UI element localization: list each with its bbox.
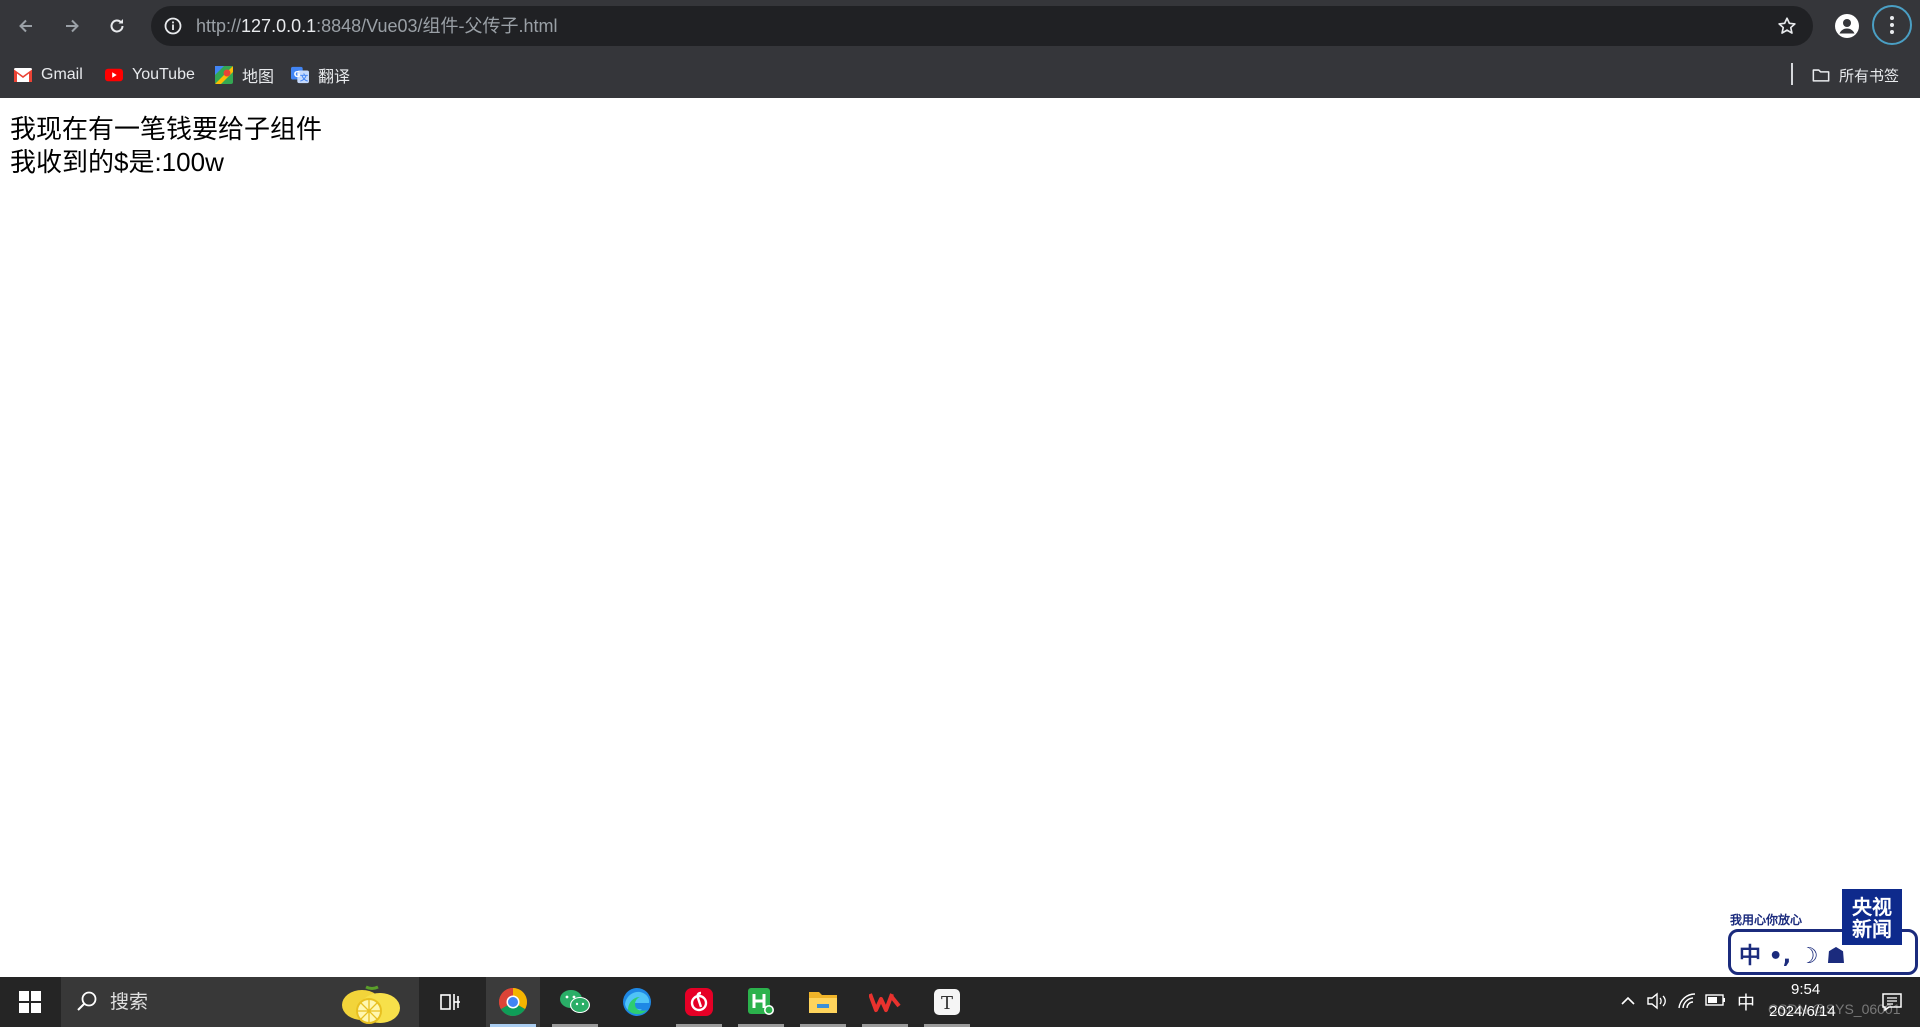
cctv-news-logo: 央视 新闻 <box>1842 889 1902 945</box>
parent-message: 我现在有一笔钱要给子组件 <box>10 114 323 144</box>
bookmark-label: Gmail <box>41 66 83 83</box>
reload-icon <box>110 19 124 33</box>
volume-icon[interactable] <box>1646 992 1668 1010</box>
file-explorer-icon <box>809 992 837 1013</box>
search-icon <box>77 991 97 1011</box>
page-content: 我现在有一笔钱要给子组件 我收到的$是:100w <box>0 98 1920 977</box>
address-bar[interactable]: http://127.0.0.1:8848/Vue03/组件-父传子.html <box>151 6 1813 46</box>
bookmark-youtube[interactable]: YouTube <box>105 61 195 89</box>
bookmark-label: 翻译 <box>318 69 351 86</box>
all-bookmarks-label: 所有书签 <box>1839 67 1900 85</box>
url-scheme: http:// <box>196 16 242 36</box>
clock-date[interactable]: 2024/6/14 <box>1769 1003 1836 1020</box>
taskbar-hbuilderx[interactable] <box>734 977 788 1027</box>
child-message: 我收到的$是:100w <box>10 147 224 177</box>
task-view-icon <box>440 994 460 1010</box>
cctv-news-widget[interactable]: 我用心你放心 中 •, ☽ ☗ 央视 新闻 <box>1726 889 1920 977</box>
bookmarks-divider <box>1791 63 1793 85</box>
forward-button[interactable] <box>54 8 90 44</box>
network-icon[interactable] <box>1677 992 1697 1010</box>
bookmark-translate[interactable]: G 文 翻译 <box>291 61 350 89</box>
ime-indicator[interactable]: 中 <box>1737 989 1755 1015</box>
hbuilderx-icon <box>748 988 774 1015</box>
taskbar-wechat[interactable] <box>548 977 602 1027</box>
taskbar-wps[interactable] <box>858 977 912 1027</box>
edge-icon <box>623 988 651 1016</box>
bookmark-label: 地图 <box>242 69 275 86</box>
maps-icon <box>215 66 233 84</box>
site-info-icon[interactable] <box>161 14 185 38</box>
clock-time[interactable]: 9:54 <box>1791 981 1820 998</box>
show-hidden-icons-chevron-icon[interactable] <box>1619 992 1637 1010</box>
browser-toolbar: http://127.0.0.1:8848/Vue03/组件-父传子.html <box>0 0 1920 52</box>
notification-center-button[interactable] <box>1864 977 1920 1027</box>
back-button[interactable] <box>8 8 44 44</box>
gmail-icon <box>14 66 32 84</box>
profile-icon[interactable] <box>1829 8 1865 44</box>
notification-icon <box>1882 993 1902 1012</box>
forward-arrow-icon <box>66 19 79 33</box>
logo-line2: 新闻 <box>1852 917 1892 941</box>
browser-menu-button[interactable] <box>1872 5 1912 45</box>
url-text[interactable]: http://127.0.0.1:8848/Vue03/组件-父传子.html <box>196 6 558 46</box>
reload-button[interactable] <box>99 8 135 44</box>
translate-icon: G 文 <box>291 66 309 84</box>
taskbar-edge[interactable] <box>610 977 664 1027</box>
bookmark-label: YouTube <box>132 66 195 83</box>
youtube-icon <box>105 66 123 84</box>
svg-text:文: 文 <box>300 72 309 82</box>
chrome-icon <box>499 988 527 1016</box>
task-view-button[interactable] <box>424 977 478 1027</box>
battery-icon[interactable] <box>1705 992 1727 1008</box>
logo-line1: 央视 <box>1852 895 1892 919</box>
wps-icon <box>869 993 901 1012</box>
url-host: 127.0.0.1 <box>241 16 317 36</box>
back-arrow-icon <box>19 19 32 33</box>
taskbar-typora[interactable]: T <box>920 977 974 1027</box>
windows-taskbar: 搜索 T 中 CSDN @SYS_06001 9:54 2024/6/14 <box>0 977 1920 1027</box>
folder-icon <box>1812 66 1830 84</box>
news-slogan: 我用心你放心 <box>1730 913 1803 927</box>
news-bar-text: 中 •, ☽ ☗ <box>1739 944 1846 969</box>
bookmark-star-icon[interactable] <box>1775 14 1799 38</box>
svg-text:T: T <box>941 993 953 1014</box>
all-bookmarks-button[interactable]: 所有书签 <box>1812 61 1899 89</box>
netease-music-icon <box>685 988 713 1016</box>
start-button[interactable] <box>0 977 60 1027</box>
windows-logo-icon <box>19 991 41 1013</box>
lemon-decoration-icon <box>342 985 400 1024</box>
more-vertical-icon <box>1890 16 1894 34</box>
taskbar-file-explorer[interactable] <box>796 977 850 1027</box>
bookmarks-bar: Gmail YouTube 地图 G 文 翻译 所有书签 <box>0 52 1920 98</box>
typora-icon: T <box>934 989 960 1015</box>
taskbar-chrome[interactable] <box>486 977 540 1027</box>
search-placeholder: 搜索 <box>110 991 149 1013</box>
taskbar-search-box[interactable]: 搜索 <box>61 977 419 1027</box>
url-path: :8848/Vue03/组件-父传子.html <box>316 16 558 36</box>
bookmark-maps[interactable]: 地图 <box>215 61 274 89</box>
bookmark-gmail[interactable]: Gmail <box>14 61 83 89</box>
taskbar-netease-music[interactable] <box>672 977 726 1027</box>
wechat-icon <box>560 990 590 1013</box>
